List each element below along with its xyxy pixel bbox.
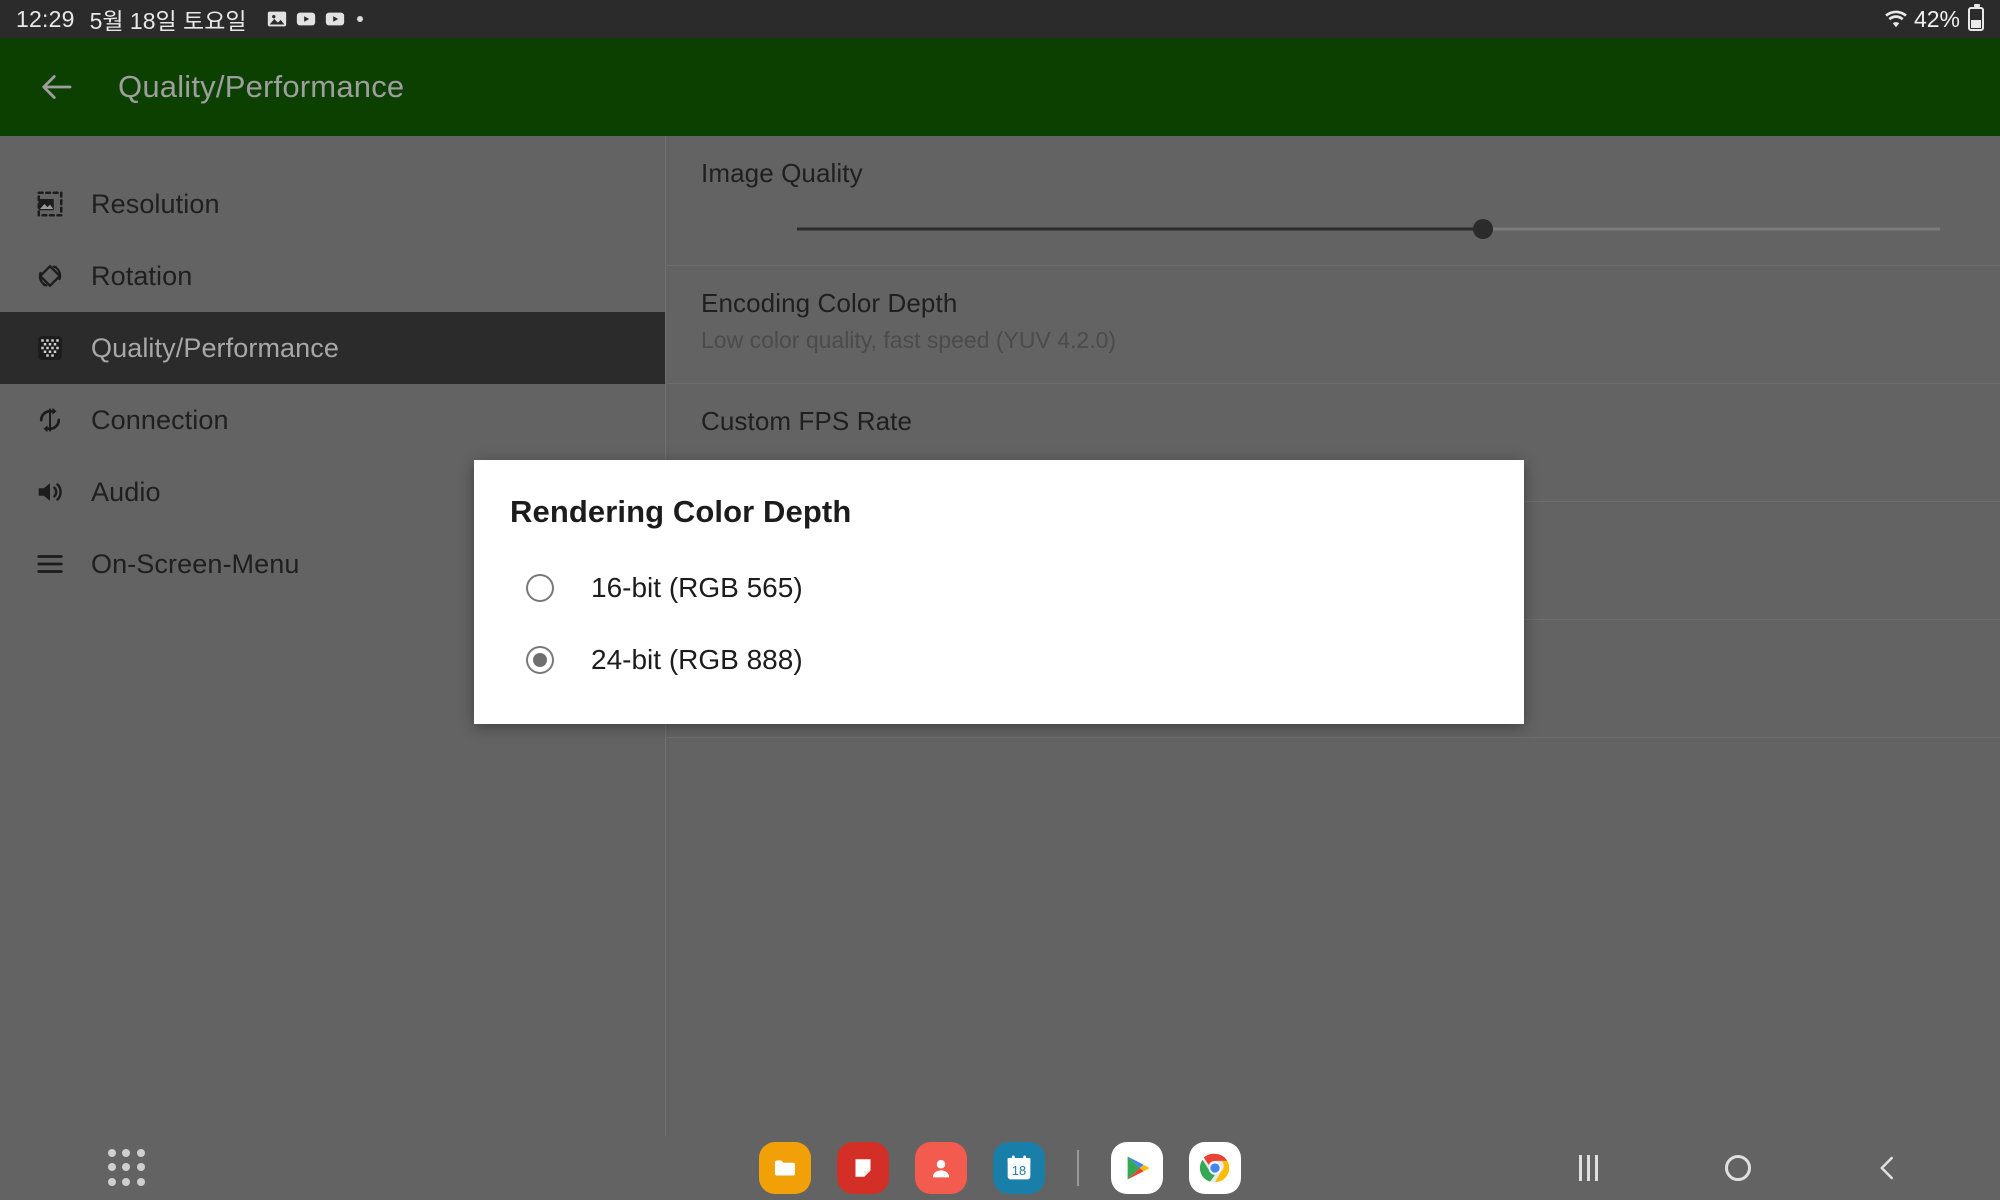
status-time: 12:29 (16, 5, 75, 32)
rotation-icon (33, 259, 67, 293)
hamburger-menu-icon (33, 547, 67, 581)
status-notification-icons (266, 8, 363, 30)
dialog-option-24bit[interactable]: 24-bit (RGB 888) (510, 624, 1488, 696)
slider-fill (797, 227, 1483, 231)
setting-row-encoding-color-depth[interactable]: Encoding Color Depth Low color quality, … (667, 266, 2000, 384)
resolution-icon (33, 187, 67, 221)
setting-row-image-quality[interactable]: Image Quality (667, 136, 2000, 266)
image-icon (266, 8, 288, 30)
page-title: Quality/Performance (118, 69, 405, 104)
sidebar-item-label: Audio (91, 476, 161, 507)
quality-performance-icon (33, 331, 67, 365)
calendar-icon[interactable]: 18 (993, 1142, 1045, 1194)
sidebar-item-rotation[interactable]: Rotation (0, 240, 665, 312)
setting-title: Image Quality (701, 158, 863, 188)
my-files-icon[interactable] (759, 1142, 811, 1194)
audio-speaker-icon (33, 475, 67, 509)
slider-thumb[interactable] (1472, 219, 1493, 239)
svg-text:18: 18 (1012, 1163, 1026, 1178)
image-quality-slider[interactable] (797, 214, 1940, 244)
dialog-option-label: 16-bit (RGB 565) (591, 572, 803, 603)
sidebar-item-label: Connection (91, 404, 229, 435)
radio-checked-icon[interactable] (526, 646, 554, 674)
home-icon (1725, 1155, 1751, 1181)
samsung-notes-icon[interactable] (837, 1142, 889, 1194)
back-arrow-icon[interactable] (26, 57, 86, 117)
wifi-icon (1884, 8, 1907, 30)
sidebar-item-connection[interactable]: Connection (0, 384, 665, 456)
app-bar: Quality/Performance (0, 38, 2000, 136)
home-button[interactable] (1718, 1148, 1758, 1188)
sidebar-item-label: Resolution (91, 188, 220, 219)
dock: 18 (759, 1142, 1241, 1194)
contacts-icon[interactable] (915, 1142, 967, 1194)
back-button[interactable] (1868, 1148, 1908, 1188)
dialog-title: Rendering Color Depth (510, 494, 852, 529)
youtube-icon (324, 8, 346, 30)
sidebar-item-quality-performance[interactable]: Quality/Performance (0, 312, 665, 384)
setting-title: Encoding Color Depth (701, 288, 958, 318)
setting-subtitle: Low color quality, fast speed (YUV 4.2.0… (701, 327, 1117, 353)
dock-divider (1077, 1150, 1079, 1186)
play-store-icon[interactable] (1111, 1142, 1163, 1194)
dot-indicator-icon (356, 16, 363, 22)
battery-percentage: 42% (1913, 5, 1960, 32)
setting-title: Custom FPS Rate (701, 406, 913, 436)
radio-unchecked-icon[interactable] (526, 574, 554, 602)
chrome-icon[interactable] (1189, 1142, 1241, 1194)
device-screen: 12:29 5월 18일 토요일 42% Quality/Performance… (0, 0, 2000, 1200)
sidebar-item-label: Rotation (91, 260, 193, 291)
navigation-bar: 18 (0, 1136, 2000, 1200)
dialog-option-16bit[interactable]: 16-bit (RGB 565) (510, 552, 1488, 624)
status-bar: 12:29 5월 18일 토요일 42% (0, 0, 2000, 38)
sidebar-item-label: Quality/Performance (91, 332, 339, 363)
sidebar-item-resolution[interactable]: Resolution (0, 168, 665, 240)
youtube-icon (295, 8, 317, 30)
rendering-color-depth-dialog: Rendering Color Depth 16-bit (RGB 565) 2… (474, 460, 1524, 724)
battery-icon (1968, 4, 1984, 31)
system-nav-buttons (1568, 1148, 1908, 1188)
status-bar-left: 12:29 5월 18일 토요일 (16, 2, 363, 36)
apps-grid-icon[interactable] (108, 1149, 146, 1187)
sidebar-item-label: On-Screen-Menu (91, 548, 300, 579)
dialog-option-label: 24-bit (RGB 888) (591, 644, 803, 675)
recents-icon (1578, 1155, 1598, 1181)
connection-sync-icon (33, 403, 67, 437)
recents-button[interactable] (1568, 1148, 1608, 1188)
status-bar-right: 42% (1884, 4, 1984, 33)
back-chevron-icon (1880, 1156, 1893, 1180)
status-date: 5월 18일 토요일 (89, 8, 247, 34)
